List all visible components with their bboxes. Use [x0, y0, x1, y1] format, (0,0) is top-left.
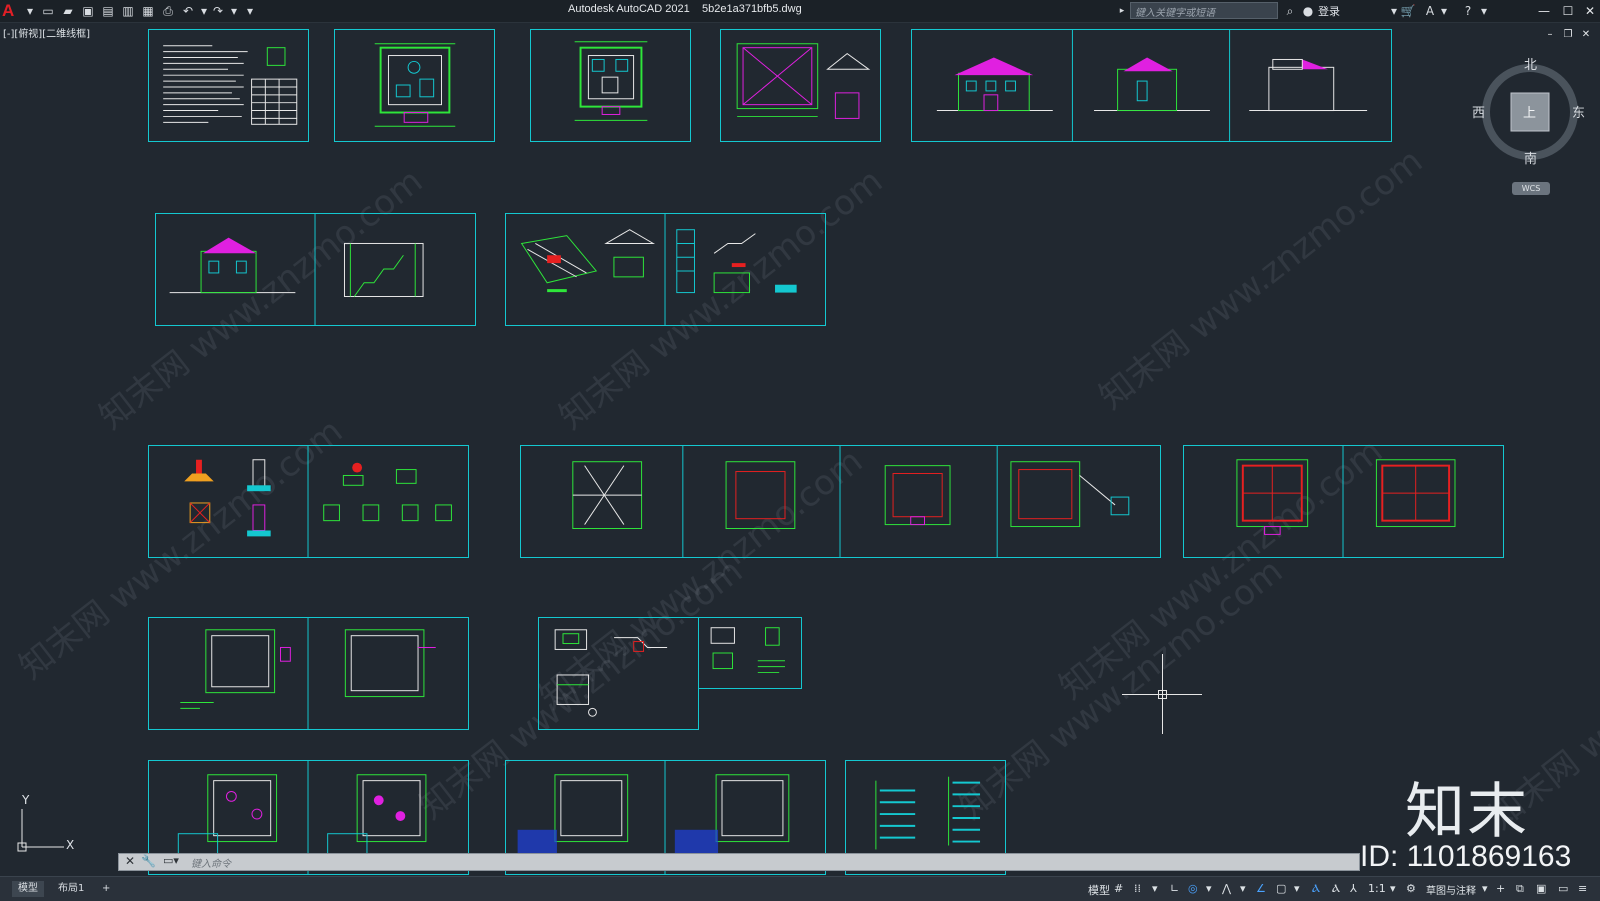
minimize-button[interactable]: — — [1534, 2, 1554, 20]
clean-screen-icon[interactable]: ▭ — [1558, 882, 1568, 895]
publish-icon[interactable]: ▥ — [120, 3, 136, 19]
object-snap-dropdown-icon[interactable]: ▾ — [1294, 882, 1300, 895]
cart-icon[interactable]: 🛒 — [1400, 3, 1416, 19]
wcs-menu-button[interactable]: WCS — [1512, 182, 1550, 195]
redo-dropdown-icon[interactable]: ▾ — [226, 3, 242, 19]
object-snap-icon[interactable]: ▢ — [1276, 882, 1286, 895]
annotation-monitor-icon[interactable]: + — [1496, 882, 1505, 895]
watermark: 知末网 www.znzmo.com — [1092, 141, 1431, 418]
wrench-icon[interactable]: 🔧 — [141, 854, 156, 868]
new-file-icon[interactable]: ▭ — [40, 3, 56, 19]
save-icon[interactable]: ▣ — [80, 3, 96, 19]
drawing-sheet-notes[interactable] — [148, 29, 309, 142]
drawing-sheet-details-1[interactable] — [505, 213, 826, 326]
crosshair-pickbox — [1158, 690, 1167, 699]
annotation-visibility-icon[interactable]: Ⲁ — [1312, 882, 1320, 896]
drawing-sheet-floor-plan-1[interactable] — [334, 29, 495, 142]
ucs-y-label: Y — [22, 793, 30, 807]
drawing-sheet-elevations[interactable] — [911, 29, 1392, 142]
tab-layout1[interactable]: 布局1 — [52, 881, 90, 897]
viewcube-top-face[interactable]: 上 — [1523, 102, 1536, 121]
viewcube-south[interactable]: 南 — [1524, 148, 1537, 167]
brand-id: ID: 1101869163 — [1360, 840, 1572, 873]
undo-icon[interactable]: ↶ — [180, 3, 196, 19]
drawing-canvas[interactable]: 知末网 www.znzmo.com 知末网 www.znzmo.com 知末网 … — [0, 22, 1600, 875]
menu-dropdown-icon[interactable]: ▾ — [22, 3, 38, 19]
ortho-icon[interactable]: ∟ — [1170, 882, 1179, 895]
add-layout-button[interactable]: + — [96, 881, 116, 897]
drawing-sheet-water-plans[interactable] — [148, 617, 469, 730]
annotation-scale-value[interactable]: 1:1 — [1368, 882, 1386, 895]
viewcube-north[interactable]: 北 — [1524, 54, 1537, 73]
command-prompt-icon[interactable]: ▭▾ — [163, 854, 179, 867]
snap-dropdown-icon[interactable]: ▾ — [1152, 882, 1158, 895]
ucs-icon: Y X — [14, 793, 84, 855]
close-icon[interactable]: ✕ — [125, 854, 135, 868]
viewcube[interactable]: 北 南 东 西 上 — [1472, 58, 1585, 167]
ucs-x-label: X — [66, 838, 75, 852]
plot-preview-icon[interactable]: ▦ — [140, 3, 156, 19]
drawing-sheet-roof-plan[interactable] — [720, 29, 881, 142]
help-dropdown-icon[interactable]: ▾ — [1476, 3, 1492, 19]
snap-icon[interactable]: ⁞⁞ — [1134, 882, 1141, 895]
scale-dropdown-icon[interactable]: ▾ — [1390, 882, 1396, 895]
isodraft-dropdown-icon[interactable]: ▾ — [1240, 882, 1246, 895]
viewcube-west[interactable]: 西 — [1472, 102, 1485, 121]
annotation-scale-icon[interactable]: ⅄ — [1350, 882, 1357, 895]
object-snap-tracking-icon[interactable]: ∠ — [1256, 882, 1266, 895]
workspace-switch[interactable]: 草图与注释 — [1426, 882, 1476, 897]
brand-logo: 知末 — [1405, 777, 1529, 847]
title-bar: A ▾ ▭ ▰ ▣ ▤ ▥ ▦ ⎙ ↶ ▾ ↷ ▾ ▾ Autodesk Aut… — [0, 0, 1600, 23]
workspace-gear-icon[interactable]: ⚙ — [1406, 882, 1416, 895]
search-input[interactable]: 键入关键字或短语 — [1130, 2, 1278, 19]
viewcube-east[interactable]: 东 — [1572, 102, 1585, 121]
maximize-button[interactable]: ☐ — [1558, 2, 1578, 20]
auto-scale-icon[interactable]: Ⲁ — [1332, 882, 1340, 896]
units-icon[interactable]: ⧉ — [1516, 882, 1524, 896]
isodraft-icon[interactable]: ⋀ — [1222, 882, 1231, 895]
print-icon[interactable]: ⎙ — [160, 3, 176, 19]
redo-icon[interactable]: ↷ — [210, 3, 226, 19]
customize-toolbar-icon[interactable]: ▾ — [242, 3, 258, 19]
polar-icon[interactable]: ◎ — [1188, 882, 1198, 895]
status-bar: 模型 布局1 + 模型 # ⁞⁞ ▾ ∟ ◎ ▾ ⋀ ▾ ∠ ▢ ▾ Ⲁ Ⲁ ⅄… — [0, 876, 1600, 901]
save-as-icon[interactable]: ▤ — [100, 3, 116, 19]
grid-icon[interactable]: # — [1114, 882, 1123, 895]
drawing-sheet-plumbing-details-2[interactable] — [698, 617, 802, 689]
file-name: 5b2e1a371bfb5.dwg — [702, 3, 802, 15]
quick-properties-icon[interactable]: ▣ — [1536, 882, 1546, 895]
help-icon[interactable]: ? — [1460, 3, 1476, 19]
command-input[interactable]: 键入命令 — [191, 855, 231, 870]
polar-dropdown-icon[interactable]: ▾ — [1206, 882, 1212, 895]
command-line[interactable]: ✕ 🔧 ▭▾ 键入命令 — [118, 853, 1360, 871]
drawing-sheet-foundation-details[interactable] — [148, 445, 469, 558]
tab-model[interactable]: 模型 — [12, 881, 44, 897]
workspace-dropdown-icon[interactable]: ▾ — [1482, 882, 1488, 895]
app-title: Autodesk AutoCAD 2021 — [568, 3, 690, 15]
drawing-sheet-beam-plans[interactable] — [1183, 445, 1504, 558]
open-file-icon[interactable]: ▰ — [60, 3, 76, 19]
drawing-sheet-floor-plan-2[interactable] — [530, 29, 691, 142]
app-logo[interactable]: A — [2, 1, 14, 21]
expand-arrow-icon[interactable]: ▸ — [1114, 3, 1130, 19]
model-space-button[interactable]: 模型 — [1088, 882, 1110, 898]
drawing-sheet-elevation-section[interactable] — [155, 213, 476, 326]
search-icon[interactable]: ⌕ — [1282, 3, 1298, 19]
customization-menu-icon[interactable]: ≡ — [1578, 882, 1587, 895]
close-button[interactable]: ✕ — [1580, 2, 1600, 20]
a360-dropdown-icon[interactable]: ▾ — [1436, 3, 1452, 19]
drawing-sheet-structural-plans[interactable] — [520, 445, 1161, 558]
user-icon[interactable]: ● — [1300, 3, 1316, 19]
drawing-sheet-plumbing-details[interactable] — [538, 617, 699, 730]
login-button[interactable]: 登录 — [1318, 3, 1340, 19]
